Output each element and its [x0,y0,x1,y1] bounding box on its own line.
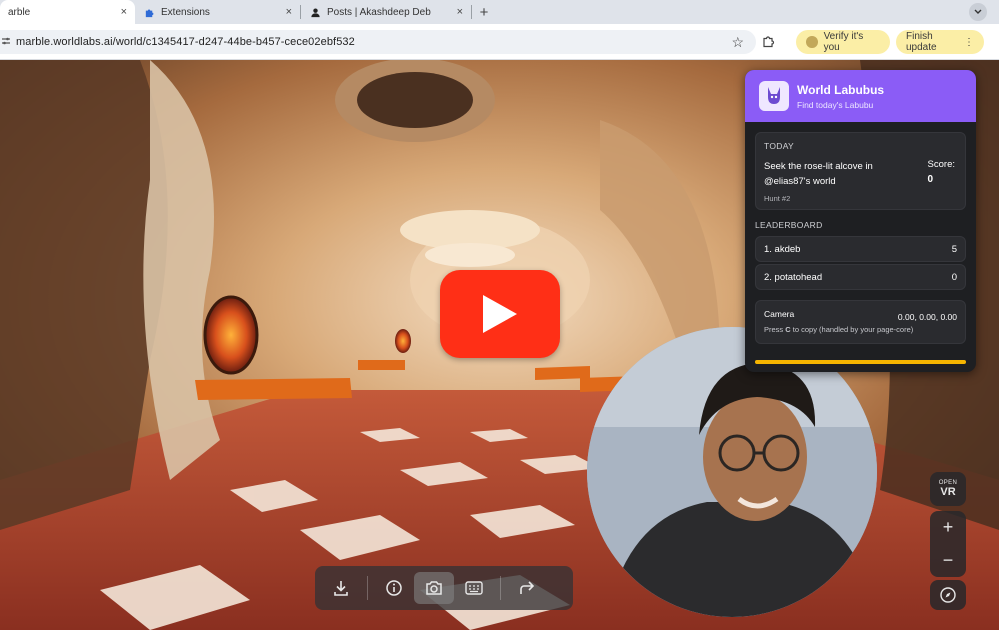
tab-close-button[interactable]: × [121,6,127,18]
play-icon [483,295,517,333]
panel-subtitle: Find today's Labubu [797,99,874,110]
share-arrow-icon [520,581,535,594]
camera-coordinates: 0.00, 0.00, 0.00 [897,312,957,322]
screen: arble × Extensions × Posts | Akashdeep D… [0,0,999,630]
tab-extensions[interactable]: Extensions × [135,0,300,24]
camera-icon [426,581,442,595]
address-bar[interactable]: marble.worldlabs.ai/world/c1345417-d247-… [0,30,756,54]
today-card: TODAY Seek the rose-lit alcove in @elias… [755,132,966,210]
camera-card: Camera 0.00, 0.00, 0.00 Press C to copy … [755,300,966,344]
browser-tab-strip: arble × Extensions × Posts | Akashdeep D… [0,0,999,24]
zoom-in-button[interactable]: + [930,511,966,544]
hunt-progress-bar [755,360,966,364]
hunt-task-text: Seek the rose-lit alcove in @elias87's w… [764,161,873,187]
compass-icon [940,587,956,603]
verify-label: Verify it's you [823,31,864,53]
hint-prefix: Press [764,325,786,334]
vr-label: VR [940,486,956,498]
bookmark-star-icon[interactable]: ☆ [731,34,744,51]
info-icon [386,580,402,596]
leaderboard-row: 2. potatohead 0 [755,264,966,290]
zoom-controls: + − [930,511,966,577]
puzzle-icon [143,6,155,18]
panel-title: World Labubus [797,82,885,97]
info-button[interactable] [374,572,414,604]
share-button[interactable] [507,572,547,604]
keyboard-icon [465,581,483,595]
url-text: marble.worldlabs.ai/world/c1345417-d247-… [16,36,355,48]
leaderboard-player: 1. akdeb [764,243,801,255]
leaderboard-label: LEADERBOARD [755,220,823,230]
toolbar-divider [500,576,501,600]
today-label: TODAY [764,141,794,151]
download-icon [334,581,348,596]
hunt-progress-fill [755,360,966,364]
tab-marble[interactable]: arble × [0,0,135,24]
leaderboard-score: 0 [951,271,957,283]
hunt-number: Hunt #2 [764,194,791,203]
hint-suffix: to copy (handled by your page-core) [790,325,914,334]
tab-title: arble [8,6,31,18]
zoom-out-button[interactable]: − [930,544,966,577]
leaderboard-row: 1. akdeb 5 [755,236,966,262]
open-vr-button[interactable]: OPEN VR [930,472,966,506]
tab-close-button[interactable]: × [457,6,463,18]
extensions-icon[interactable] [762,34,776,48]
camera-copy-hint: Press C to copy (handled by your page-co… [764,325,957,334]
tab-close-button[interactable]: × [286,6,292,18]
keyboard-button[interactable] [454,572,494,604]
leaderboard-player: 2. potatohead [764,271,823,283]
camera-button[interactable] [414,572,454,604]
toolbar-divider [367,576,368,600]
browser-toolbar: marble.worldlabs.ai/world/c1345417-d247-… [0,24,999,60]
score-label: Score: [927,159,955,170]
finish-update-button[interactable]: Finish update ⋮ [896,30,984,54]
world-labubus-panel: World Labubus Find today's Labubu TODAY … [745,70,976,372]
score-value: 0 [927,174,933,185]
youtube-play-button[interactable] [440,270,560,358]
profile-avatar-icon [806,36,818,48]
viewer-toolbar [315,566,573,610]
user-favicon [309,6,321,18]
leaderboard-score: 5 [951,243,957,255]
site-info-icon[interactable] [2,36,12,49]
compass-button[interactable] [930,580,966,610]
finish-update-label: Finish update [906,31,937,53]
new-tab-button[interactable]: + [472,0,496,24]
tab-title: Posts | Akashdeep Deb [327,6,431,18]
tab-search-chevron-icon[interactable] [969,3,987,21]
panel-header: World Labubus Find today's Labubu [745,70,976,122]
tab-title: Extensions [161,6,210,18]
download-button[interactable] [321,572,361,604]
browser-menu-icon[interactable]: ⋮ [964,37,974,48]
tab-posts[interactable]: Posts | Akashdeep Deb × [301,0,471,24]
labubu-logo-icon [759,81,789,111]
verify-identity-button[interactable]: Verify it's you [796,30,890,54]
